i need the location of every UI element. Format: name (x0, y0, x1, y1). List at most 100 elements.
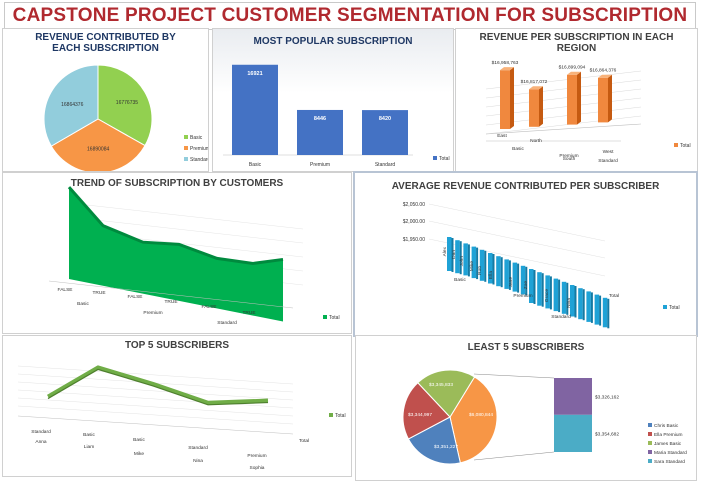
group-label: Basic (512, 146, 524, 152)
bar-side (533, 270, 536, 304)
tick-label: North (530, 138, 542, 144)
x-tick-label: Mike (469, 261, 475, 271)
x-tick-label: Rob (477, 266, 483, 275)
x-tick-label: Alex (442, 246, 448, 256)
data-label: $3,351,227 (434, 444, 458, 450)
bar-side (577, 71, 581, 125)
tick-label: TRUE (242, 310, 255, 316)
legend-swatch (648, 423, 652, 427)
revenue-pie-chart: 16776735 16890084 16864376 Basic Premium Stan… (43, 64, 209, 171)
y-tick-label: $2,050.00 (403, 202, 425, 208)
legend-swatch (663, 305, 667, 309)
legend-swatch (648, 450, 652, 454)
data-label: 16776735 (116, 100, 138, 106)
x-tick-label: Zoe (523, 281, 529, 290)
legend-swatch (329, 413, 333, 417)
data-label: $16,864,376 (590, 68, 617, 74)
legend-label: Ella Premium (654, 432, 683, 438)
tick-label: Premium (310, 162, 330, 168)
avg-revenue-panel: AVERAGE REVENUE CONTRIBUTED PER SUBSCRIB… (353, 171, 698, 337)
most-popular-bar-chart: 16921 Basic 8446 Premium 8420 Standard Total (223, 64, 450, 168)
group-label: Premium (143, 310, 162, 316)
bar (529, 89, 539, 127)
revenue-by-subscription-panel: REVENUE CONTRIBUTED BY EACH SUBSCRIPTION… (2, 28, 209, 172)
bar (594, 294, 600, 325)
x-tick-label: Dan (451, 250, 457, 259)
tick-label: Standard (375, 162, 396, 168)
bar-side (590, 292, 593, 323)
x-tick-label: Ella (488, 271, 494, 279)
least-5-panel: LEAST 5 SUBSCRIBERS $6,080,844 $3,351,227… (355, 335, 697, 481)
tick-label: Liam (84, 444, 94, 450)
legend-label: Sara Standard (654, 459, 685, 465)
data-label: 16921 (247, 71, 262, 77)
bar-side (582, 289, 585, 321)
bar-side (541, 273, 544, 307)
series-line-shadow (47, 368, 269, 406)
tick-label: TRUE (92, 290, 105, 296)
x-tick-label: John (459, 256, 465, 267)
trend-area-chart: FALSETRUEFALSETRUEFALSETRUEBasicPremiumS… (48, 186, 340, 326)
axis-label: Total (609, 293, 619, 299)
bar (553, 278, 559, 312)
trend-panel: TREND OF SUBSCRIPTION BY CUSTOMERS FALSE… (2, 172, 352, 334)
bar-side (484, 250, 487, 282)
x-tick-label: Jane (508, 277, 514, 288)
bar-side (517, 263, 520, 293)
legend-label: Standard (190, 157, 209, 163)
data-label: 16890084 (87, 147, 109, 153)
data-label: 8420 (379, 116, 391, 122)
legend-swatch (648, 432, 652, 436)
group-label: Basic (454, 277, 466, 283)
avg-revenue-bar-chart: $2,050.00 $2,000.00 $1,950.00 Alex DanJohn Mi… (403, 202, 680, 329)
series-line (46, 365, 269, 405)
stack-bar (554, 378, 592, 415)
tick-label: FALSE (202, 304, 217, 310)
legend-label: Total (329, 315, 340, 321)
legend-label: James Basic (654, 441, 682, 447)
group-label: Standard (551, 314, 571, 320)
bar-side (558, 279, 561, 313)
bar-side (549, 276, 552, 310)
bar (500, 70, 510, 129)
connector-line (473, 451, 555, 461)
x-tick-label: Nina (566, 298, 572, 308)
data-label: 8446 (314, 116, 326, 122)
data-label: 16864376 (61, 102, 83, 108)
tick-label: Premium (247, 453, 266, 459)
bar (479, 249, 485, 281)
legend-swatch (433, 156, 437, 160)
bar (496, 256, 501, 287)
bar-side (500, 257, 503, 288)
tick-label: TRUE (164, 299, 177, 305)
legend-label: Total (439, 156, 450, 162)
legend-label: Premium (190, 146, 209, 152)
legend-swatch (184, 135, 188, 139)
top-5-line-chart: Standard Basic Basic Standard Premium Anna Lia… (17, 365, 346, 471)
bar (537, 272, 542, 306)
bar-side (607, 298, 610, 329)
gridline (428, 203, 606, 242)
gridline (17, 405, 294, 425)
tick-label: West (603, 149, 615, 155)
x-axis (17, 415, 294, 435)
top-5-panel: TOP 5 SUBSCRIBERS Standard Basic Basic Stan… (2, 335, 352, 477)
legend-swatch (184, 146, 188, 150)
group-label: Standard (217, 320, 237, 326)
bar-side (539, 86, 543, 127)
bar-side (599, 295, 602, 326)
tick-label: Nina (193, 458, 203, 464)
bar (578, 288, 583, 320)
data-label: $3,345,833 (429, 382, 453, 388)
x-tick-label: Grace (544, 289, 550, 302)
connector-line (473, 373, 555, 379)
most-popular-panel: MOST POPULAR SUBSCRIPTION 16921 Basic 8446… (212, 28, 454, 172)
gridline (17, 365, 294, 385)
tick-label: Anna (35, 439, 47, 445)
legend-swatch (648, 459, 652, 463)
tick-label: Sophia (250, 465, 265, 471)
page-header: CAPSTONE PROJECT CUSTOMER SEGMENTATION F… (4, 2, 696, 30)
group-label: Premium (559, 153, 578, 159)
bar-side (574, 286, 577, 318)
tick-label: Standard (188, 445, 208, 451)
